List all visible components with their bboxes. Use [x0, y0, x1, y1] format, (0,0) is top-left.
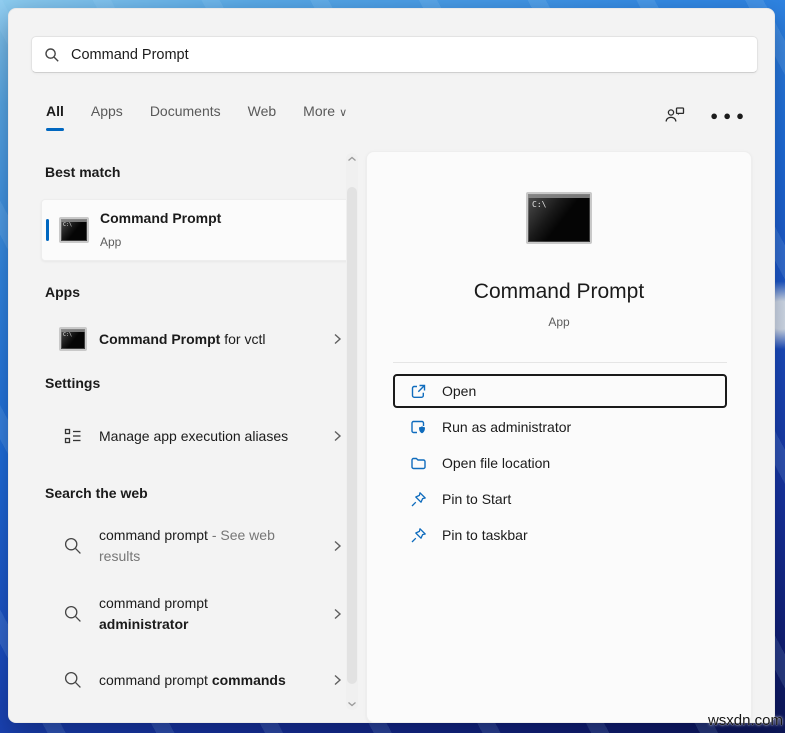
section-heading-settings: Settings [45, 375, 101, 391]
results-list: Best match C:\ Command Prompt App Apps C… [31, 151, 355, 723]
tab-apps-label: Apps [90, 103, 123, 119]
scroll-up-icon[interactable] [346, 155, 358, 163]
tab-web-label: Web [247, 103, 277, 119]
action-list: Open Run as administrator Open file loca… [393, 374, 727, 554]
scrollbar[interactable] [346, 153, 358, 710]
tab-documents[interactable]: Documents [150, 103, 221, 131]
section-heading-search-the-web: Search the web [45, 485, 148, 501]
action-run-as-administrator[interactable]: Run as administrator [393, 410, 727, 444]
suggestion-text: command prompt administrator [99, 595, 208, 632]
app-execution-aliases-icon [64, 428, 81, 444]
open-external-icon [411, 384, 426, 398]
tab-apps[interactable]: Apps [91, 103, 123, 131]
search-input[interactable] [71, 46, 745, 63]
action-label: Open file location [442, 455, 551, 471]
scroll-down-icon[interactable] [346, 700, 358, 708]
search-icon [64, 605, 81, 622]
tab-all[interactable]: All [45, 103, 64, 131]
selection-accent-bar [46, 219, 49, 241]
tab-documents-label: Documents [149, 103, 221, 119]
web-suggestion-commands[interactable]: command prompt commands [41, 651, 355, 709]
search-box[interactable] [31, 36, 758, 73]
search-icon [64, 537, 81, 554]
divider [393, 362, 727, 363]
search-icon [64, 671, 81, 688]
scrollbar-thumb[interactable] [347, 187, 357, 684]
search-filter-tabs: All Apps Documents Web More ∨ [45, 103, 347, 131]
action-label: Run as administrator [442, 419, 572, 435]
command-prompt-icon: C:\ [59, 217, 89, 243]
search-icon [45, 47, 59, 62]
suggestion-text: command prompt - See web results [99, 527, 275, 564]
tab-more-label: More [303, 103, 336, 119]
action-label: Pin to taskbar [442, 527, 528, 543]
suggestion-text: command prompt commands [99, 671, 286, 688]
account-icon[interactable] [664, 105, 686, 125]
folder-icon [411, 457, 426, 469]
command-prompt-icon-large: C:\ [526, 192, 592, 244]
preview-title: Command Prompt [473, 280, 645, 303]
chevron-down-icon: ∨ [339, 107, 348, 119]
watermark: wsxdn.com [707, 712, 783, 729]
action-open-file-location[interactable]: Open file location [393, 446, 727, 480]
more-options-icon[interactable]: ● ● ● [710, 109, 746, 122]
action-label: Open [442, 383, 477, 399]
web-suggestion-see-web-results[interactable]: command prompt - See web results [41, 517, 355, 575]
result-subtitle: App [100, 234, 122, 249]
action-open[interactable]: Open [393, 374, 727, 408]
pin-icon [411, 527, 426, 542]
chevron-right-icon [334, 540, 342, 552]
preview-subtitle: App [548, 315, 570, 329]
section-heading-best-match: Best match [45, 164, 121, 180]
admin-shield-icon [411, 420, 425, 433]
web-suggestion-administrator[interactable]: command prompt administrator [41, 585, 355, 643]
result-manage-app-execution-aliases[interactable]: Manage app execution aliases [41, 407, 355, 465]
result-title: Command Prompt [100, 209, 222, 226]
active-tab-underline [45, 128, 64, 131]
command-prompt-icon: C:\ [59, 327, 87, 351]
preview-pane: C:\ Command Prompt App Open Run as admin… [366, 151, 752, 723]
section-heading-apps: Apps [45, 284, 80, 300]
search-flyout-panel: All Apps Documents Web More∨ ● ● ● Best … [8, 8, 775, 723]
action-label: Pin to Start [442, 491, 512, 507]
result-title: Manage app execution aliases [99, 427, 289, 444]
tab-all-label: All [46, 103, 64, 119]
chevron-right-icon [334, 674, 342, 686]
tab-more[interactable]: More ∨ [303, 103, 347, 131]
chevron-right-icon [334, 608, 342, 620]
chevron-right-icon [334, 333, 342, 345]
tab-web[interactable]: Web [248, 103, 277, 131]
pin-icon [411, 491, 426, 506]
result-command-prompt-for-vctl[interactable]: C:\ Command Prompt for vctl [41, 317, 355, 361]
result-title: Command Prompt for vctl [99, 330, 266, 347]
chevron-right-icon [334, 430, 342, 442]
action-pin-to-start[interactable]: Pin to Start [393, 482, 727, 516]
result-best-match-command-prompt[interactable]: C:\ Command Prompt App [41, 199, 355, 261]
action-pin-to-taskbar[interactable]: Pin to taskbar [393, 518, 727, 552]
